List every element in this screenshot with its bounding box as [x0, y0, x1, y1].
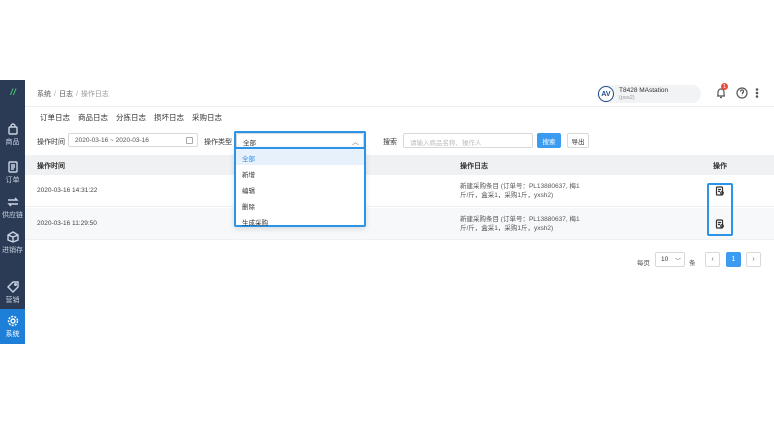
sidebar-item-label: 订单: [5, 176, 20, 184]
sidebar-item-label: 供应链: [2, 211, 23, 219]
header: 系统 / 日志 / 操作日志 AV T8428 MAstation (pos2) 1: [25, 80, 774, 107]
gear-icon: [7, 315, 18, 326]
breadcrumb-item[interactable]: 系统: [37, 91, 51, 98]
column-header-action: 操作: [713, 163, 727, 170]
sidebar-item-label: 营销: [5, 296, 20, 304]
per-page-label: 每页: [637, 260, 650, 267]
breadcrumb-current: 操作日志: [80, 91, 109, 98]
tab-order-log[interactable]: 订单日志: [40, 112, 70, 127]
sidebar-item-products[interactable]: 商品: [0, 117, 25, 152]
tag-icon: [6, 280, 19, 293]
tab-sorting-log[interactable]: 分拣日志: [116, 112, 146, 127]
tab-damage-log[interactable]: 损坏日志: [154, 112, 184, 127]
page-size-select[interactable]: 10 ﹀: [655, 252, 685, 267]
dropdown-option-delete[interactable]: 删除: [236, 197, 364, 213]
dropdown-option-generate-purchase[interactable]: 生成采购: [236, 213, 364, 229]
prev-page-button[interactable]: ‹: [705, 252, 720, 267]
dropdown-option-edit[interactable]: 编辑: [236, 181, 364, 197]
date-range-value: 2020-03-16 ~ 2020-03-16: [75, 137, 149, 144]
breadcrumb-separator: /: [75, 91, 78, 98]
next-page-button[interactable]: ›: [746, 252, 761, 267]
export-button[interactable]: 导出: [567, 133, 589, 148]
per-page-unit: 条: [689, 260, 696, 267]
type-filter-label: 操作类型: [204, 139, 232, 146]
tab-purchase-log[interactable]: 采购日志: [192, 112, 222, 127]
table-row: 2020-03-16 11:29:50 新建采购条目 (订单号：PL138806…: [25, 208, 774, 240]
dropdown-option-add[interactable]: 新增: [236, 165, 364, 181]
sidebar-item-label: 商品: [5, 138, 20, 146]
action-column-highlight: [707, 183, 733, 236]
search-button[interactable]: 搜索: [537, 133, 561, 148]
breadcrumb: 系统 / 日志 / 操作日志: [37, 89, 109, 99]
bag-icon: [7, 122, 18, 135]
search-input[interactable]: 请输入商品名称、操作人: [403, 133, 533, 148]
chevron-down-icon: ﹀: [674, 259, 681, 265]
page-size-value: 10: [661, 256, 669, 263]
sidebar: / / 商品 订单 供应链 进销存 营销 系统: [0, 80, 25, 344]
document-icon: [7, 160, 18, 173]
box-icon: [6, 230, 19, 243]
row-time: 2020-03-16 14:31:22: [37, 187, 98, 194]
sidebar-item-label: 系统: [5, 330, 20, 338]
table-header: 操作时间 操作日志 操作: [25, 155, 774, 175]
table-row: 2020-03-16 14:31:22 新建采购条目 (订单号：PL138806…: [25, 175, 774, 207]
column-header-time: 操作时间: [37, 163, 65, 170]
notification-badge: 1: [721, 83, 728, 90]
row-time: 2020-03-16 11:29:50: [37, 220, 97, 227]
page-number-button[interactable]: 1: [726, 252, 741, 267]
log-tabs: 订单日志 商品日志 分拣日志 损坏日志 采购日志: [40, 112, 230, 127]
breadcrumb-separator: /: [54, 91, 56, 98]
date-range-picker[interactable]: 2020-03-16 ~ 2020-03-16: [68, 133, 198, 147]
app-logo-mark: / /: [10, 87, 15, 97]
sidebar-item-inventory[interactable]: 进销存: [0, 225, 25, 260]
row-log: 新建采购条目 (订单号：PL13880637, 梅1斤/斤，盒采1，采购1斤，y…: [460, 183, 580, 199]
column-header-log: 操作日志: [460, 163, 488, 170]
sidebar-item-system[interactable]: 系统: [0, 309, 25, 344]
operation-type-dropdown: 全部 新增 编辑 删除 生成采购: [234, 147, 366, 227]
calendar-icon: [186, 137, 193, 144]
time-filter-label: 操作时间: [37, 139, 65, 146]
row-log: 新建采购条目 (订单号：PL13880637, 梅1斤/斤，盒采1，采购1斤，y…: [460, 216, 580, 232]
store-switcher[interactable]: AV T8428 MAstation (pos2): [597, 85, 701, 103]
help-icon[interactable]: [736, 87, 748, 99]
sidebar-item-label: 进销存: [2, 246, 23, 254]
store-code: (pos2): [619, 95, 635, 101]
sidebar-item-orders[interactable]: 订单: [0, 155, 25, 190]
store-logo: AV: [598, 86, 614, 102]
dropdown-option-all[interactable]: 全部: [236, 149, 364, 165]
app: / / 商品 订单 供应链 进销存 营销 系统 系统 / 日志 / 操作日志 A…: [0, 80, 774, 344]
app-logo[interactable]: / /: [0, 85, 25, 99]
sidebar-item-marketing[interactable]: 营销: [0, 275, 25, 310]
tab-product-log[interactable]: 商品日志: [78, 112, 108, 127]
store-name: T8428 MAstation: [619, 87, 669, 94]
breadcrumb-item[interactable]: 日志: [59, 91, 73, 98]
more-vertical-icon[interactable]: [751, 87, 763, 99]
search-label: 搜索: [383, 139, 397, 146]
exchange-icon: [6, 197, 19, 206]
sidebar-item-supply-chain[interactable]: 供应链: [0, 190, 25, 225]
